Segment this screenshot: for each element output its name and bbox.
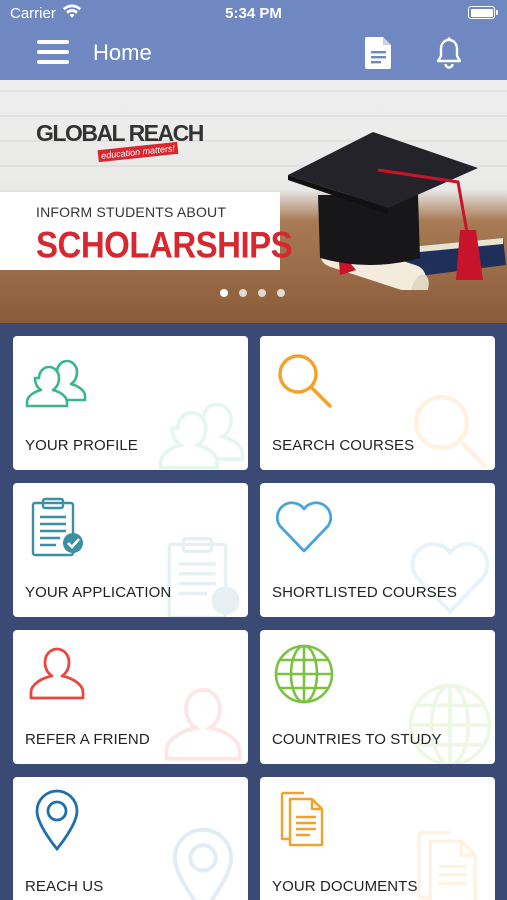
battery-icon — [468, 6, 498, 19]
tile-your-documents[interactable]: YOUR DOCUMENTS — [260, 777, 495, 900]
tile-your-profile[interactable]: YOUR PROFILE — [13, 336, 248, 470]
tile-label: YOUR APPLICATION — [25, 584, 172, 601]
profile-icon — [158, 402, 245, 470]
documents-icon — [280, 791, 324, 847]
carousel-dot-4[interactable] — [277, 289, 285, 297]
top-bar: Carrier 5:34 PM Home — [0, 0, 507, 80]
tile-label: YOUR PROFILE — [25, 437, 138, 454]
tile-countries-to-study[interactable]: COUNTRIES TO STUDY — [260, 630, 495, 764]
clipboard-icon — [31, 497, 83, 557]
search-icon — [413, 394, 489, 470]
heart-icon — [275, 501, 333, 553]
clock: 5:34 PM — [225, 5, 282, 22]
search-icon — [278, 354, 332, 408]
tile-label: COUNTRIES TO STUDY — [272, 731, 442, 748]
banner-caption-title: SCHOLARSHIPS — [36, 224, 293, 266]
location-pin-icon — [172, 827, 234, 900]
globe-icon — [274, 644, 334, 704]
clipboard-icon — [167, 536, 240, 617]
carousel-dots — [220, 289, 285, 297]
hamburger-menu-icon[interactable] — [37, 40, 69, 66]
banner-caption: INFORM STUDENTS ABOUT SCHOLARSHIPS — [0, 192, 293, 270]
heart-icon — [410, 542, 490, 615]
graduation-cap-image — [288, 132, 506, 290]
tile-search-courses[interactable]: SEARCH COURSES — [260, 336, 495, 470]
status-bar: Carrier 5:34 PM — [0, 0, 507, 28]
tile-label: YOUR DOCUMENTS — [272, 878, 418, 895]
bell-icon[interactable] — [434, 36, 464, 70]
tile-your-application[interactable]: YOUR APPLICATION — [13, 483, 248, 617]
banner-caption-small: INFORM STUDENTS ABOUT — [36, 204, 227, 220]
tile-label: SEARCH COURSES — [272, 437, 415, 454]
promo-banner[interactable]: GLOBAL REACH education matters! INFORM S… — [0, 80, 507, 323]
location-pin-icon — [35, 789, 79, 852]
tile-label: REACH US — [25, 878, 104, 895]
profile-icon — [25, 359, 87, 408]
carousel-dot-2[interactable] — [239, 289, 247, 297]
documents-icon — [417, 830, 477, 900]
nav-bar: Home — [0, 28, 507, 80]
tile-label: REFER A FRIEND — [25, 731, 150, 748]
tile-refer-a-friend[interactable]: REFER A FRIEND — [13, 630, 248, 764]
page-title: Home — [93, 40, 152, 65]
global-reach-logo: GLOBAL REACH — [36, 120, 204, 146]
tile-label: SHORTLISTED COURSES — [272, 584, 457, 601]
person-icon — [29, 647, 85, 700]
tile-shortlisted-courses[interactable]: SHORTLISTED COURSES — [260, 483, 495, 617]
tile-reach-us[interactable]: REACH US — [13, 777, 248, 900]
carousel-dot-1[interactable] — [220, 289, 228, 297]
person-icon — [164, 687, 242, 761]
document-icon[interactable] — [364, 36, 394, 70]
carousel-dot-3[interactable] — [258, 289, 266, 297]
globe-icon — [408, 683, 492, 764]
